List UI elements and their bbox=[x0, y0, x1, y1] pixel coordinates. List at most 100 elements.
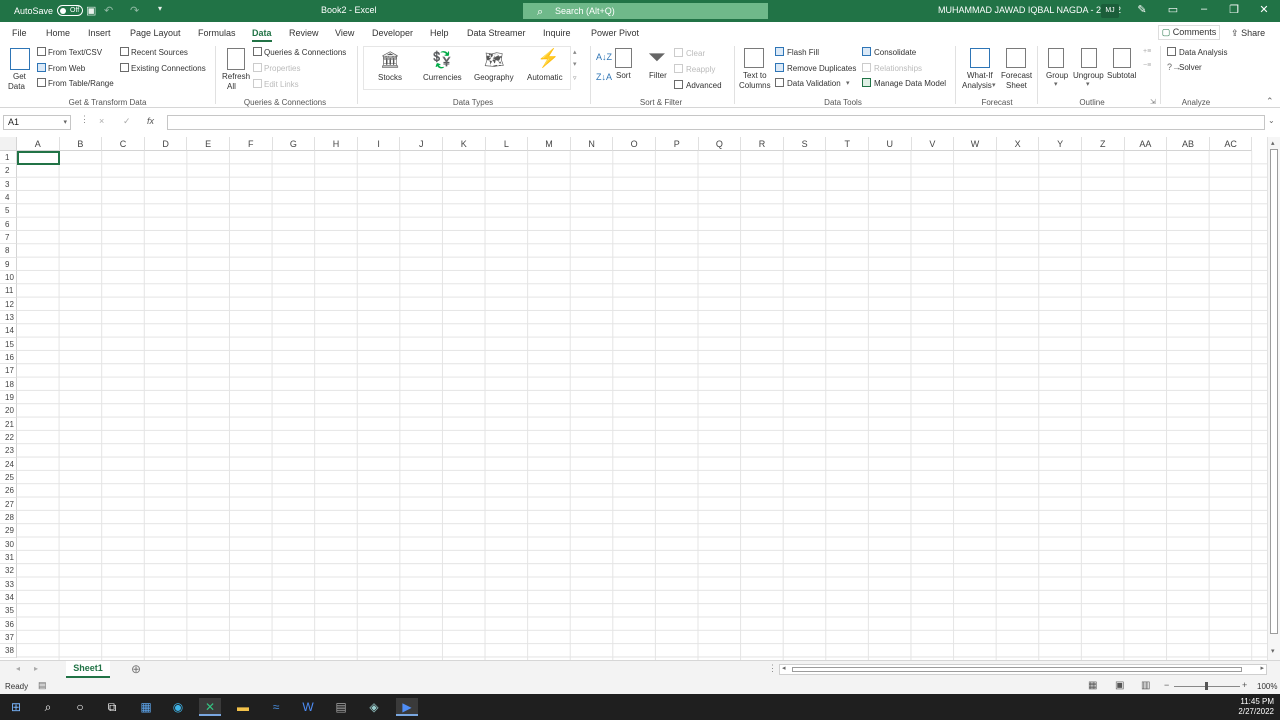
row-header[interactable]: 11 bbox=[0, 284, 17, 298]
tab-developer[interactable]: Developer bbox=[372, 28, 413, 38]
notepad-icon[interactable]: ◈ bbox=[363, 698, 385, 716]
row-header[interactable]: 36 bbox=[0, 617, 17, 631]
chevron-down-icon[interactable]: ▾ bbox=[1086, 80, 1090, 88]
chevron-down-icon[interactable]: ▾ bbox=[63, 116, 67, 129]
row-header[interactable]: 14 bbox=[0, 324, 17, 338]
select-all-button[interactable] bbox=[0, 137, 17, 151]
explorer-app-icon[interactable]: ▦ bbox=[135, 698, 157, 716]
zoom-in-icon[interactable]: + bbox=[1242, 680, 1247, 690]
close-icon[interactable]: ✕ bbox=[1254, 3, 1274, 16]
column-header[interactable]: I bbox=[357, 137, 401, 151]
add-sheet-icon[interactable]: ⊕ bbox=[131, 662, 141, 676]
search-icon[interactable]: ⌕ bbox=[37, 698, 59, 716]
row-header[interactable]: 25 bbox=[0, 470, 17, 485]
column-header[interactable]: A bbox=[17, 137, 60, 151]
stocks-button[interactable]: Stocks bbox=[378, 73, 402, 82]
insert-function-icon[interactable]: fx bbox=[147, 116, 154, 126]
recent-sources-button[interactable]: Recent Sources bbox=[131, 48, 188, 57]
column-header[interactable]: Q bbox=[698, 137, 742, 151]
redo-icon[interactable]: ↷ bbox=[130, 4, 139, 17]
row-header[interactable]: 34 bbox=[0, 590, 17, 605]
row-header[interactable]: 26 bbox=[0, 484, 17, 498]
scroll-up-icon[interactable]: ▴ bbox=[1271, 139, 1275, 147]
row-header[interactable]: 5 bbox=[0, 204, 17, 218]
text-to-columns-button[interactable]: Text to bbox=[743, 71, 767, 80]
row-header[interactable]: 28 bbox=[0, 510, 17, 525]
prev-sheet-icon[interactable]: ◂ bbox=[16, 664, 20, 673]
selected-cell[interactable] bbox=[17, 151, 60, 165]
tab-page-layout[interactable]: Page Layout bbox=[130, 28, 181, 38]
windows-start-icon[interactable]: ⊞ bbox=[5, 698, 27, 716]
edit-links-button[interactable]: Edit Links bbox=[264, 80, 299, 89]
filter-button[interactable]: Filter bbox=[649, 71, 667, 80]
tab-power-pivot[interactable]: Power Pivot bbox=[591, 28, 639, 38]
user-name[interactable]: MUHAMMAD JAWAD IQBAL NAGDA - 20492 bbox=[938, 5, 1121, 15]
row-header[interactable]: 3 bbox=[0, 177, 17, 191]
column-header[interactable]: E bbox=[187, 137, 230, 151]
row-header[interactable]: 7 bbox=[0, 230, 17, 245]
data-validation-button[interactable]: Data Validation bbox=[787, 79, 841, 88]
cortana-icon[interactable]: ○ bbox=[69, 698, 91, 716]
zoom-level[interactable]: 100% bbox=[1257, 682, 1277, 691]
row-header[interactable]: 24 bbox=[0, 457, 17, 471]
edge-icon[interactable]: ◉ bbox=[167, 698, 189, 716]
row-header[interactable]: 20 bbox=[0, 404, 17, 418]
sheet-tab[interactable]: Sheet1 bbox=[66, 661, 110, 678]
row-header[interactable]: 23 bbox=[0, 444, 17, 458]
chevron-down-icon[interactable]: ▾ bbox=[992, 81, 996, 89]
column-header[interactable]: X bbox=[996, 137, 1040, 151]
row-header[interactable]: 30 bbox=[0, 537, 17, 551]
remove-duplicates-button[interactable]: Remove Duplicates bbox=[787, 64, 856, 73]
restore-icon[interactable]: ❐ bbox=[1224, 3, 1244, 16]
text-to-columns-button-2[interactable]: Columns bbox=[739, 81, 771, 90]
queries-connections-button[interactable]: Queries & Connections bbox=[264, 48, 346, 57]
reapply-button[interactable]: Reapply bbox=[686, 65, 715, 74]
column-header[interactable]: K bbox=[443, 137, 486, 151]
geography-button[interactable]: Geography bbox=[474, 73, 514, 82]
row-header[interactable]: 13 bbox=[0, 310, 17, 325]
column-header[interactable]: V bbox=[911, 137, 955, 151]
column-header[interactable]: G bbox=[272, 137, 316, 151]
row-header[interactable]: 33 bbox=[0, 577, 17, 591]
calculator-icon[interactable]: ▤ bbox=[330, 698, 352, 716]
gallery-more-icon[interactable]: ▿ bbox=[573, 74, 577, 82]
show-detail-icon[interactable]: +≡ bbox=[1143, 48, 1151, 55]
zoom-out-icon[interactable]: − bbox=[1164, 680, 1169, 690]
scroll-down-icon[interactable]: ▾ bbox=[1271, 647, 1275, 655]
column-header[interactable]: T bbox=[826, 137, 869, 151]
search-box[interactable]: ⌕ Search (Alt+Q) bbox=[523, 3, 768, 19]
row-header[interactable]: 9 bbox=[0, 257, 17, 271]
row-header[interactable]: 2 bbox=[0, 164, 17, 178]
row-header[interactable]: 4 bbox=[0, 190, 17, 205]
scroll-right-icon[interactable]: ▸ bbox=[1260, 664, 1264, 672]
name-box[interactable]: A1 ▾ bbox=[3, 115, 71, 130]
autosave-toggle[interactable]: Off bbox=[57, 5, 84, 16]
existing-connections-button[interactable]: Existing Connections bbox=[131, 64, 206, 73]
column-header[interactable]: Y bbox=[1039, 137, 1082, 151]
row-header[interactable]: 10 bbox=[0, 270, 17, 285]
sort-button[interactable]: Sort bbox=[616, 71, 631, 80]
cell-area[interactable] bbox=[17, 151, 1267, 660]
subtotal-button[interactable]: Subtotal bbox=[1107, 71, 1136, 80]
dialog-launcher-icon[interactable]: ⇲ bbox=[1150, 98, 1156, 106]
worksheet-grid[interactable]: A B C D E F G H I J K L M N O P Q R S T U V W X Y Z AA AB AC 1234567… bbox=[0, 137, 1267, 660]
currencies-button[interactable]: Currencies bbox=[423, 73, 462, 82]
row-header[interactable]: 17 bbox=[0, 364, 17, 378]
tab-help[interactable]: Help bbox=[430, 28, 449, 38]
flash-fill-button[interactable]: Flash Fill bbox=[787, 48, 819, 57]
sort-az-icon[interactable]: A↓Z bbox=[596, 52, 612, 62]
gallery-down-icon[interactable]: ▾ bbox=[573, 60, 577, 68]
column-header[interactable]: AA bbox=[1124, 137, 1168, 151]
column-header[interactable]: L bbox=[485, 137, 529, 151]
row-header[interactable]: 19 bbox=[0, 390, 17, 405]
column-header[interactable]: M bbox=[528, 137, 571, 151]
customize-qat-icon[interactable]: ▾ bbox=[158, 4, 162, 13]
row-header[interactable]: 29 bbox=[0, 524, 17, 538]
formula-input[interactable] bbox=[167, 115, 1265, 130]
from-table-range-button[interactable]: From Table/Range bbox=[48, 79, 114, 88]
column-header[interactable]: R bbox=[741, 137, 784, 151]
from-web-button[interactable]: From Web bbox=[48, 64, 85, 73]
autosave-control[interactable]: AutoSave Off bbox=[14, 5, 84, 16]
comments-button[interactable]: ▢ Comments bbox=[1158, 25, 1220, 40]
row-header[interactable]: 31 bbox=[0, 550, 17, 565]
